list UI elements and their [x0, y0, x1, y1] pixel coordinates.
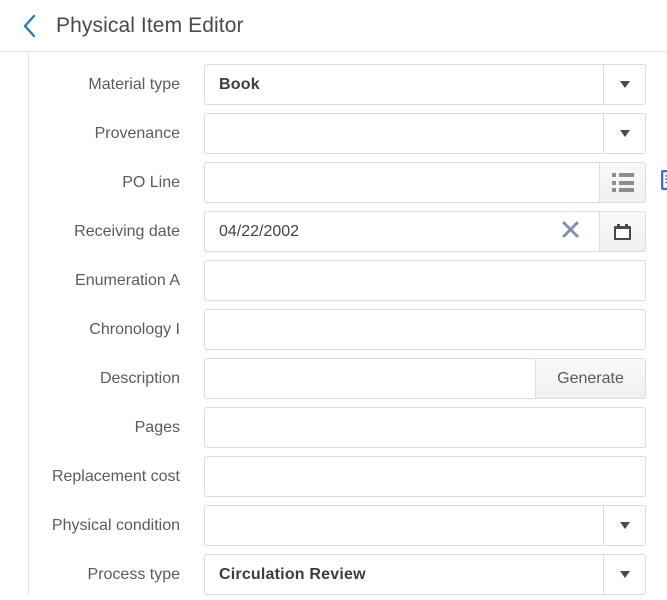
- form-row-chronology-i: Chronology I: [0, 305, 667, 354]
- field-process-type: Circulation Review: [204, 554, 646, 595]
- field-replacement-cost: [204, 456, 646, 497]
- label-description: Description: [99, 369, 180, 387]
- label-replacement-cost: Replacement cost: [51, 467, 180, 485]
- label-pages: Pages: [134, 418, 180, 436]
- material-type-dropdown-button[interactable]: [604, 64, 646, 105]
- chevron-down-icon: [619, 81, 630, 88]
- chronology-i-input[interactable]: [204, 309, 646, 350]
- form-row-physical-condition: Physical condition: [0, 501, 667, 550]
- provenance-dropdown-button[interactable]: [604, 113, 646, 154]
- enumeration-a-input[interactable]: [204, 260, 646, 301]
- chevron-down-icon: [619, 130, 630, 137]
- form-row-process-type: Process type Circulation Review: [0, 550, 667, 599]
- chevron-down-icon: [619, 571, 630, 578]
- form-panel: Material type Book Provenance PO Line Re…: [0, 52, 667, 600]
- app-header: Physical Item Editor: [0, 0, 667, 52]
- list-icon: [611, 173, 634, 192]
- form-row-replacement-cost: Replacement cost: [0, 452, 667, 501]
- calendar-icon: [614, 223, 631, 240]
- field-physical-condition: [204, 505, 646, 546]
- label-receiving-date: Receiving date: [74, 222, 180, 240]
- process-type-input[interactable]: Circulation Review: [204, 554, 604, 595]
- physical-condition-dropdown-button[interactable]: [604, 505, 646, 546]
- description-input[interactable]: [204, 358, 536, 399]
- id-card-icon: [660, 169, 667, 195]
- po-line-input[interactable]: [204, 162, 600, 203]
- label-process-type: Process type: [87, 565, 180, 583]
- field-description: Generate: [204, 358, 646, 399]
- receiving-date-calendar-button[interactable]: [600, 211, 646, 252]
- process-type-dropdown-button[interactable]: [604, 554, 646, 595]
- field-receiving-date: 04/22/2002: [204, 211, 646, 252]
- provenance-input[interactable]: [204, 113, 604, 154]
- receiving-date-clear-button[interactable]: [555, 220, 585, 244]
- form-row-po-line: PO Line: [0, 158, 667, 207]
- field-material-type: Book: [204, 64, 646, 105]
- page-title: Physical Item Editor: [56, 13, 244, 37]
- field-chronology-i: [204, 309, 646, 350]
- generate-button[interactable]: Generate: [536, 358, 646, 399]
- label-physical-condition: Physical condition: [51, 516, 180, 534]
- back-button[interactable]: [14, 9, 44, 43]
- material-type-input[interactable]: Book: [204, 64, 604, 105]
- label-provenance: Provenance: [94, 124, 180, 142]
- pages-input[interactable]: [204, 407, 646, 448]
- physical-condition-input[interactable]: [204, 505, 604, 546]
- replacement-cost-input[interactable]: [204, 456, 646, 497]
- form-row-description: Description Generate: [0, 354, 667, 403]
- form-row-provenance: Provenance: [0, 109, 667, 158]
- po-line-id-card-button[interactable]: [660, 169, 667, 195]
- form-row-material-type: Material type Book: [0, 60, 667, 109]
- physical-item-form: Material type Book Provenance PO Line Re…: [0, 52, 667, 599]
- clear-x-icon: [561, 220, 580, 244]
- label-enumeration-a: Enumeration A: [75, 271, 180, 289]
- field-pages: [204, 407, 646, 448]
- field-enumeration-a: [204, 260, 646, 301]
- form-row-pages: Pages: [0, 403, 667, 452]
- label-chronology-i: Chronology I: [89, 320, 180, 338]
- chevron-down-icon: [619, 522, 630, 529]
- form-row-receiving-date: Receiving date 04/22/2002: [0, 207, 667, 256]
- label-po-line: PO Line: [122, 173, 180, 191]
- receiving-date-value: 04/22/2002: [219, 222, 300, 240]
- label-material-type: Material type: [88, 75, 180, 93]
- po-line-list-button[interactable]: [600, 162, 646, 203]
- field-po-line: [204, 162, 667, 203]
- field-provenance: [204, 113, 646, 154]
- chevron-left-icon: [22, 14, 37, 38]
- receiving-date-input-wrap[interactable]: 04/22/2002: [204, 211, 600, 252]
- form-row-enumeration-a: Enumeration A: [0, 256, 667, 305]
